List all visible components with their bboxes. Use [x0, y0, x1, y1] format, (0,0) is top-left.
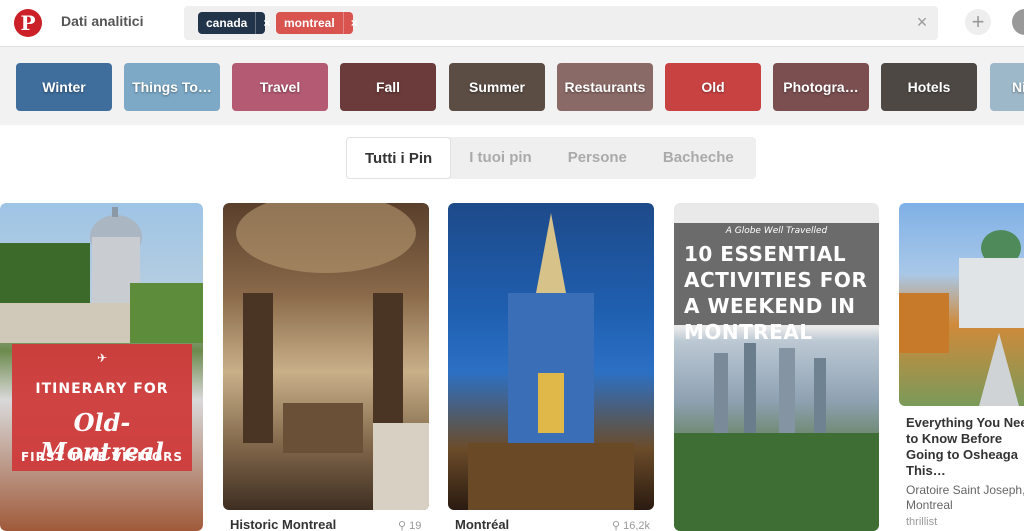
pin-title: Montréal [455, 517, 510, 531]
chip-close-icon[interactable]: × [255, 12, 277, 34]
oratoire-illustration [899, 230, 1024, 406]
chip-close-icon[interactable]: × [342, 12, 365, 34]
pin-image [448, 203, 654, 510]
tab-boards[interactable]: Bacheche [645, 137, 752, 179]
pin-card[interactable]: Montréal ⚲ 16,2k [448, 203, 654, 531]
pin-save-count: ⚲ 16,2k [612, 519, 650, 531]
guide-summer[interactable]: Summer [449, 63, 545, 111]
top-bar: P Dati analitici canada × montreal × × + [0, 0, 1024, 46]
save-count-value: 19 [409, 520, 422, 531]
guide-hotels[interactable]: Hotels [881, 63, 977, 111]
overlay-subtitle: A Globe Well Travelled [725, 226, 828, 236]
pin-description: Everything You Need to Know Before Going… [906, 415, 1024, 478]
analytics-link[interactable]: Dati analitici [61, 13, 143, 29]
clear-search-icon[interactable]: × [912, 12, 932, 32]
guide-fall[interactable]: Fall [340, 63, 436, 111]
pinterest-logo-icon[interactable]: P [14, 9, 42, 37]
pin-card[interactable]: Historic Montreal ⚲ 19 [223, 203, 429, 531]
pin-card[interactable]: A Globe Well Travelled 10 ESSENTIAL ACTI… [674, 203, 879, 531]
overlay-title-bottom: FIRST TIME VISITORS [20, 450, 183, 464]
guide-travel[interactable]: Travel [232, 63, 328, 111]
pin-card[interactable]: ✈ ITINERARY FOR Old-Montreal FIRST TIME … [0, 203, 203, 531]
guided-search-bar: Winter Things To… Travel Fall Summer Res… [0, 47, 1024, 125]
pin-image: ✈ ITINERARY FOR Old-Montreal FIRST TIME … [0, 203, 203, 531]
guide-nightlife[interactable]: Ni [990, 63, 1024, 111]
pin-save-count: ⚲ 19 [398, 519, 421, 531]
notre-dame-altar-illustration [468, 213, 634, 510]
tab-people[interactable]: Persone [550, 137, 645, 179]
add-button[interactable]: + [965, 9, 991, 35]
chip-label: montreal [284, 16, 335, 30]
pin-icon: ⚲ [612, 520, 621, 531]
chat-icon[interactable] [1012, 9, 1024, 35]
plane-icon: ✈ [96, 351, 108, 365]
pin-source: thrillist [906, 516, 938, 528]
guide-restaurants[interactable]: Restaurants [557, 63, 653, 111]
historic-interior-illustration [236, 203, 429, 510]
filter-tabs: Tutti i Pin I tuoi pin Persone Bacheche [346, 137, 756, 179]
save-count-value: 16,2k [623, 520, 651, 531]
pin-image: A Globe Well Travelled 10 ESSENTIAL ACTI… [674, 203, 879, 531]
pin-image [899, 203, 1024, 406]
pin-card[interactable]: Everything You Need to Know Before Going… [899, 203, 1024, 531]
overlay-title-top: ITINERARY FOR [35, 381, 169, 397]
guide-things-to[interactable]: Things To… [124, 63, 220, 111]
pin-icon: ⚲ [398, 520, 407, 531]
search-chip-canada[interactable]: canada × [198, 12, 270, 34]
chip-label: canada [206, 16, 248, 30]
pin-title: Historic Montreal [230, 517, 337, 531]
overlay-title-main: 10 ESSENTIAL ACTIVITIES FOR A WEEKEND IN… [684, 242, 868, 344]
guide-photography[interactable]: Photogra… [773, 63, 869, 111]
pin-place: Oratoire Saint Joseph, Montreal [906, 483, 1024, 512]
tab-your-pins[interactable]: I tuoi pin [451, 137, 549, 179]
pin-image [223, 203, 429, 510]
search-chip-montreal[interactable]: montreal × [276, 12, 358, 34]
guide-old[interactable]: Old [665, 63, 761, 111]
search-bar[interactable]: canada × montreal × × [184, 6, 938, 40]
guide-winter[interactable]: Winter [16, 63, 112, 111]
tab-all-pins[interactable]: Tutti i Pin [346, 137, 452, 179]
